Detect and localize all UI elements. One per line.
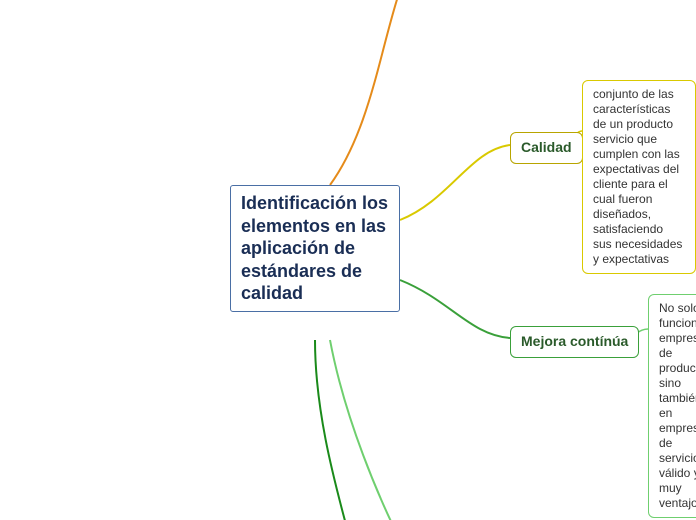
root-node[interactable]: Identificación los elementos en las apli… <box>230 185 400 312</box>
detail-mejora-text: No solo es funcional a empresas de produ… <box>659 301 696 510</box>
branch-calidad-label: Calidad <box>521 139 572 155</box>
detail-calidad-text: conjunto de las características de un pr… <box>593 87 682 266</box>
mindmap-canvas: Identificación los elementos en las apli… <box>0 0 696 520</box>
branch-mejora-label: Mejora contínúa <box>521 333 628 349</box>
detail-calidad[interactable]: conjunto de las características de un pr… <box>582 80 696 274</box>
root-title: Identificación los elementos en las apli… <box>241 193 388 303</box>
branch-calidad[interactable]: Calidad <box>510 132 583 164</box>
branch-mejora[interactable]: Mejora contínúa <box>510 326 639 358</box>
detail-mejora[interactable]: No solo es funcional a empresas de produ… <box>648 294 696 518</box>
